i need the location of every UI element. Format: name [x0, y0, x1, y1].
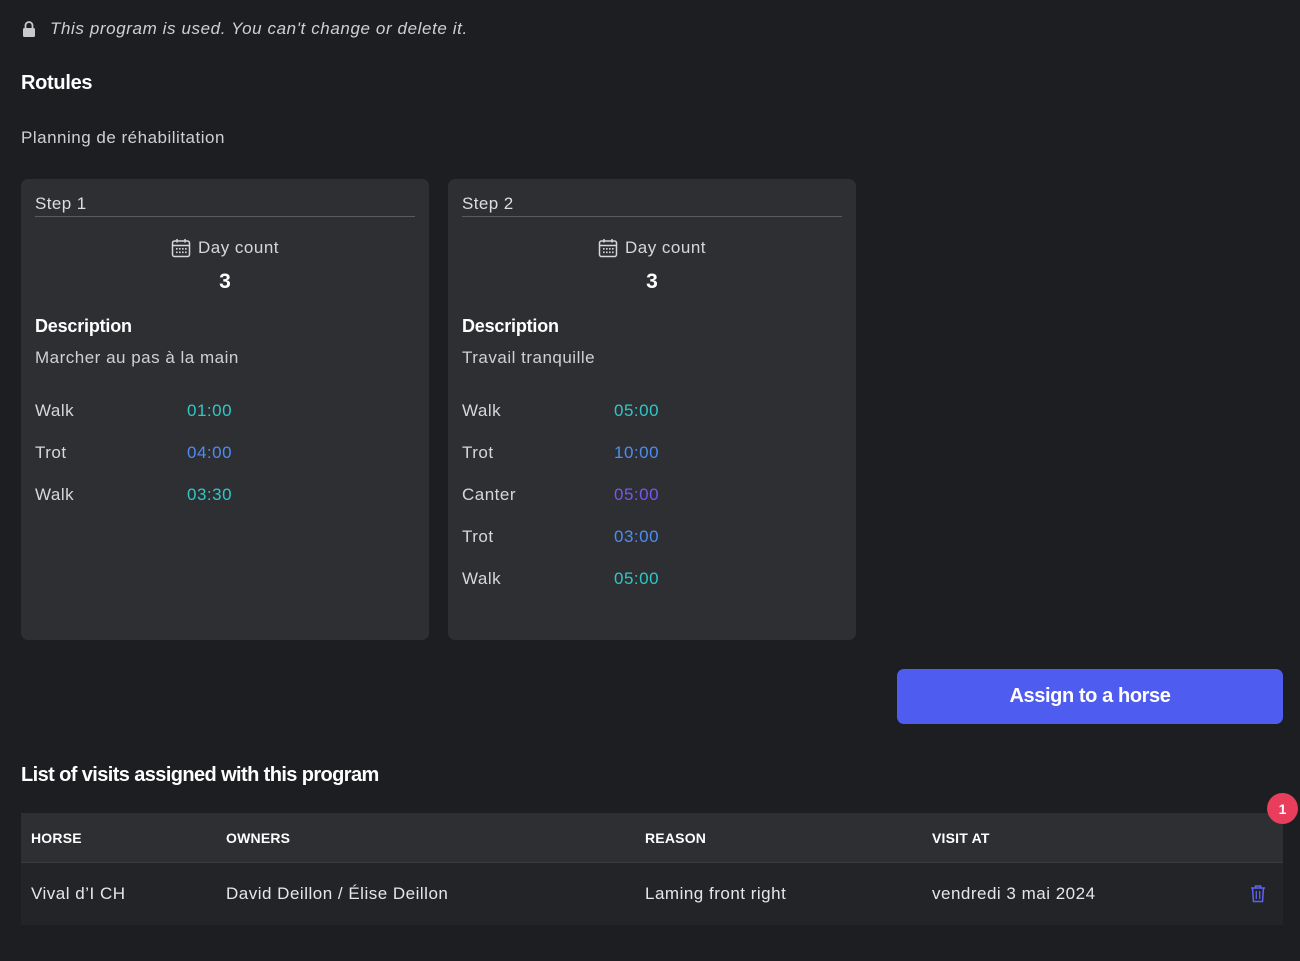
exercise-duration: 05:00 — [614, 569, 660, 588]
table-header: HORSE OWNERS REASON VISIT AT — [21, 813, 1283, 863]
cell-owners: David Deillon / Élise Deillon — [226, 884, 449, 903]
visits-section-title: List of visits assigned with this progra… — [21, 764, 379, 786]
exercise-duration: 03:30 — [187, 485, 233, 504]
day-count-label: Day count — [197, 238, 280, 257]
table-row[interactable]: Vival d’I CH David Deillon / Élise Deill… — [21, 863, 1283, 925]
exercise-name: Walk — [35, 401, 75, 420]
day-count-value: 3 — [646, 270, 658, 293]
day-count-label: Day count — [624, 238, 707, 257]
locked-notice-text: This program is used. You can't change o… — [50, 19, 468, 38]
day-count-header: Day count — [35, 238, 415, 258]
exercise-duration: 05:00 — [614, 401, 660, 420]
exercise-list: Walk 05:00 Trot 10:00 Canter 05:00 Trot … — [462, 390, 842, 600]
exercise-row: Walk 05:00 — [462, 558, 842, 600]
exercise-row: Walk 05:00 — [462, 390, 842, 432]
description-text: Marcher au pas à la main — [35, 348, 239, 367]
description-text: Travail tranquille — [462, 348, 596, 367]
exercise-duration: 01:00 — [187, 401, 233, 420]
exercise-row: Walk 01:00 — [35, 390, 415, 432]
step-label: Step 1 — [35, 194, 415, 217]
exercise-row: Trot 03:00 — [462, 516, 842, 558]
program-subtitle: Planning de réhabilitation — [21, 128, 225, 147]
exercise-name: Walk — [35, 485, 75, 504]
exercise-name: Trot — [462, 443, 494, 462]
exercise-name: Trot — [35, 443, 67, 462]
cell-visit-at: vendredi 3 mai 2024 — [932, 884, 1096, 903]
visits-table: HORSE OWNERS REASON VISIT AT Vival d’I C… — [21, 813, 1283, 925]
column-header-reason: REASON — [645, 829, 707, 846]
exercise-duration: 04:00 — [187, 443, 233, 462]
visit-count-badge: 1 — [1267, 793, 1298, 824]
calendar-icon — [598, 239, 618, 258]
assign-to-horse-button[interactable]: Assign to a horse — [897, 669, 1283, 724]
cell-reason: Laming front right — [645, 884, 787, 903]
step-label: Step 2 — [462, 194, 842, 217]
step-card-1: Step 1 Day count 3 Description Marcher a… — [21, 179, 429, 640]
exercise-list: Walk 01:00 Trot 04:00 Walk 03:30 — [35, 390, 415, 516]
exercise-row: Walk 03:30 — [35, 474, 415, 516]
exercise-name: Walk — [462, 401, 502, 420]
locked-notice: This program is used. You can't change o… — [22, 19, 468, 39]
program-title: Rotules — [21, 72, 93, 94]
cell-horse: Vival d’I CH — [31, 884, 126, 903]
column-header-owners: OWNERS — [226, 829, 291, 846]
exercise-duration: 03:00 — [614, 527, 660, 546]
calendar-icon — [171, 239, 191, 258]
exercise-name: Trot — [462, 527, 494, 546]
trash-icon[interactable] — [1250, 884, 1266, 903]
step-card-2: Step 2 Day count 3 Description Travail t… — [448, 179, 856, 640]
exercise-name: Walk — [462, 569, 502, 588]
exercise-row: Canter 05:00 — [462, 474, 842, 516]
exercise-row: Trot 04:00 — [35, 432, 415, 474]
exercise-name: Canter — [462, 485, 517, 504]
exercise-row: Trot 10:00 — [462, 432, 842, 474]
column-header-horse: HORSE — [31, 829, 82, 846]
column-header-visit-at: VISIT AT — [932, 829, 990, 846]
day-count-header: Day count — [462, 238, 842, 258]
description-label: Description — [35, 316, 132, 336]
lock-icon — [23, 21, 35, 37]
exercise-duration: 05:00 — [614, 485, 660, 504]
description-label: Description — [462, 316, 559, 336]
day-count-value: 3 — [219, 270, 231, 293]
exercise-duration: 10:00 — [614, 443, 660, 462]
